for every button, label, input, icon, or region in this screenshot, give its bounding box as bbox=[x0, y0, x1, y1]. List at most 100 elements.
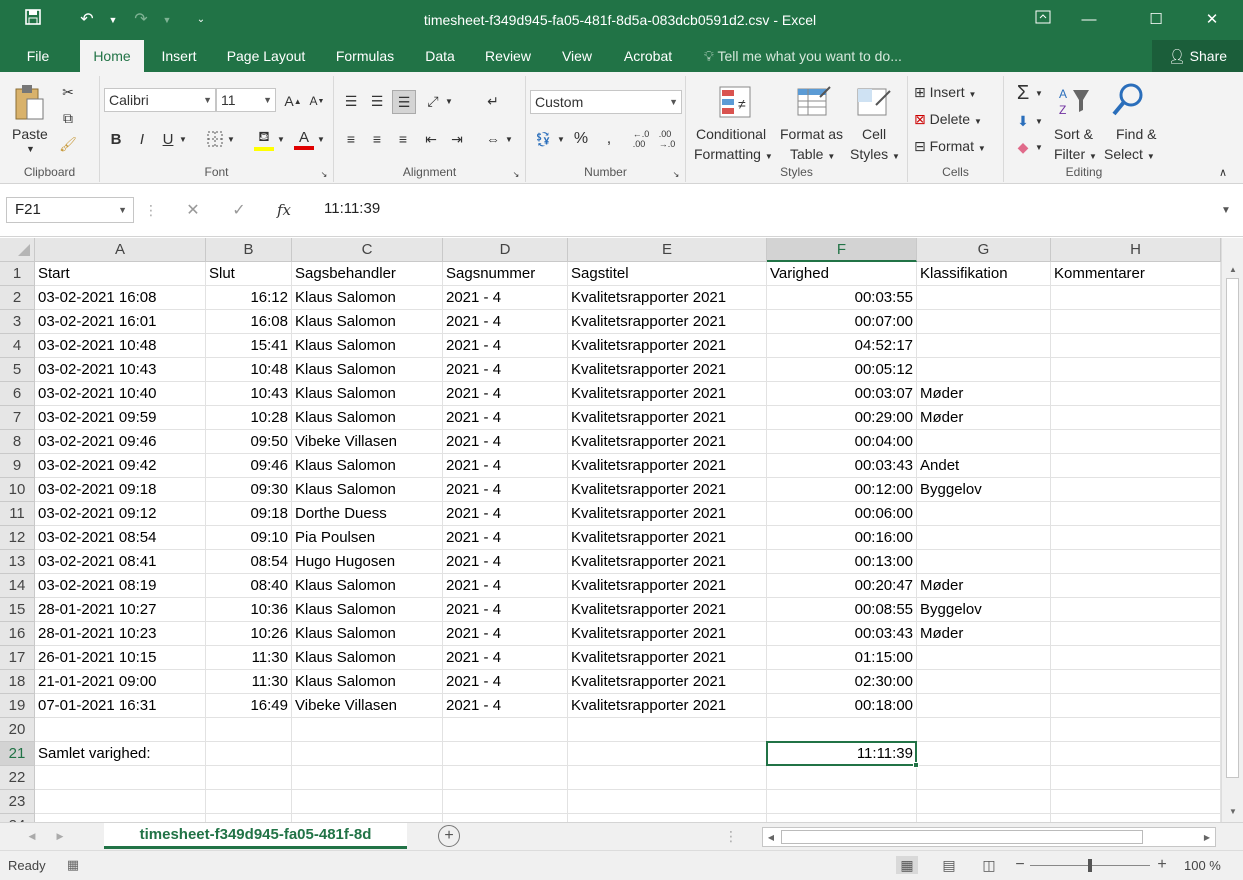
align-bottom-icon[interactable]: ☰ bbox=[392, 90, 416, 114]
table-cell[interactable]: 16:49 bbox=[206, 694, 292, 718]
table-cell[interactable] bbox=[206, 766, 292, 790]
row-header[interactable]: 15 bbox=[0, 598, 35, 622]
table-cell[interactable]: 03-02-2021 10:40 bbox=[35, 382, 206, 406]
dialog-launcher-icon[interactable]: ↘ bbox=[318, 168, 330, 180]
share-button[interactable]: 👤︎ Share bbox=[1152, 40, 1243, 72]
row-header[interactable]: 3 bbox=[0, 310, 35, 334]
table-cell[interactable]: 09:46 bbox=[206, 454, 292, 478]
horizontal-scroll-thumb[interactable] bbox=[781, 830, 1143, 844]
formula-input[interactable]: 11:11:39 bbox=[312, 197, 1218, 223]
table-cell[interactable]: 00:20:47 bbox=[767, 574, 917, 598]
column-header-e[interactable]: E bbox=[568, 238, 767, 262]
table-cell[interactable]: Klaus Salomon bbox=[292, 310, 443, 334]
table-cell[interactable]: Byggelov bbox=[917, 598, 1051, 622]
table-cell[interactable] bbox=[443, 814, 568, 822]
font-name-combo[interactable]: Calibri ▼ bbox=[104, 88, 216, 112]
tab-home[interactable]: Home bbox=[80, 40, 144, 72]
page-layout-view-icon[interactable]: ▤ bbox=[938, 856, 960, 874]
table-cell[interactable]: 16:08 bbox=[206, 310, 292, 334]
table-cell[interactable] bbox=[1051, 646, 1221, 670]
tab-formulas[interactable]: Formulas bbox=[326, 40, 404, 72]
page-break-preview-icon[interactable]: ◫ bbox=[978, 856, 1000, 874]
save-icon[interactable] bbox=[20, 8, 46, 32]
table-cell[interactable] bbox=[1051, 430, 1221, 454]
table-cell[interactable] bbox=[292, 742, 443, 766]
table-cell[interactable]: 2021 - 4 bbox=[443, 574, 568, 598]
table-cell[interactable]: Klaus Salomon bbox=[292, 574, 443, 598]
table-cell[interactable] bbox=[1051, 694, 1221, 718]
number-format-combo[interactable]: Custom ▼ bbox=[530, 90, 682, 114]
table-cell[interactable]: 28-01-2021 10:27 bbox=[35, 598, 206, 622]
table-cell[interactable] bbox=[917, 718, 1051, 742]
table-cell[interactable] bbox=[917, 286, 1051, 310]
row-header[interactable]: 17 bbox=[0, 646, 35, 670]
table-cell[interactable]: Kvalitetsrapporter 2021 bbox=[568, 550, 767, 574]
italic-button[interactable]: I bbox=[132, 128, 152, 150]
conditional-formatting-label-2[interactable]: Formatting ▼ bbox=[694, 146, 773, 162]
table-cell[interactable] bbox=[568, 718, 767, 742]
undo-icon[interactable]: ↶ bbox=[74, 8, 100, 32]
table-cell[interactable]: Kvalitetsrapporter 2021 bbox=[568, 406, 767, 430]
table-cell[interactable] bbox=[292, 718, 443, 742]
normal-view-icon[interactable]: ▦ bbox=[896, 856, 918, 874]
table-cell[interactable]: 00:05:12 bbox=[767, 358, 917, 382]
font-size-combo[interactable]: 11 ▼ bbox=[216, 88, 276, 112]
autosum-icon[interactable]: Σ bbox=[1012, 82, 1034, 104]
table-cell[interactable]: Kvalitetsrapporter 2021 bbox=[568, 502, 767, 526]
find-select-label-2[interactable]: Select ▼ bbox=[1104, 146, 1155, 162]
table-cell[interactable]: 03-02-2021 09:59 bbox=[35, 406, 206, 430]
table-cell[interactable]: 09:10 bbox=[206, 526, 292, 550]
column-header-a[interactable]: A bbox=[35, 238, 206, 262]
table-cell[interactable] bbox=[767, 766, 917, 790]
accounting-dropdown-icon[interactable]: ▼ bbox=[556, 132, 566, 146]
table-cell[interactable]: 16:12 bbox=[206, 286, 292, 310]
table-cell[interactable] bbox=[767, 718, 917, 742]
row-header[interactable]: 7 bbox=[0, 406, 35, 430]
table-cell[interactable]: 10:28 bbox=[206, 406, 292, 430]
row-header[interactable]: 8 bbox=[0, 430, 35, 454]
format-as-table-label-2[interactable]: Table ▼ bbox=[790, 146, 835, 162]
table-cell[interactable]: 00:08:55 bbox=[767, 598, 917, 622]
zoom-out-icon[interactable]: − bbox=[1012, 855, 1028, 875]
column-header-d[interactable]: D bbox=[443, 238, 568, 262]
table-cell[interactable] bbox=[35, 718, 206, 742]
table-cell[interactable] bbox=[35, 766, 206, 790]
vertical-scrollbar[interactable]: ▲ ▼ bbox=[1221, 238, 1243, 822]
fill-icon[interactable]: ⬇ bbox=[1012, 110, 1034, 132]
cut-icon[interactable]: ✂ bbox=[58, 82, 78, 102]
table-cell[interactable] bbox=[1051, 814, 1221, 822]
table-cell[interactable]: 2021 - 4 bbox=[443, 454, 568, 478]
table-cell[interactable] bbox=[1051, 382, 1221, 406]
table-cell[interactable]: Byggelov bbox=[917, 478, 1051, 502]
row-header[interactable]: 5 bbox=[0, 358, 35, 382]
zoom-in-icon[interactable]: + bbox=[1154, 855, 1170, 875]
table-cell[interactable]: Møder bbox=[917, 574, 1051, 598]
table-cell[interactable] bbox=[1051, 670, 1221, 694]
align-left-icon[interactable]: ≡ bbox=[340, 128, 362, 150]
table-cell[interactable]: Kvalitetsrapporter 2021 bbox=[568, 478, 767, 502]
table-cell[interactable]: 00:13:00 bbox=[767, 550, 917, 574]
paste-dropdown-icon[interactable]: ▼ bbox=[26, 144, 35, 154]
borders-dropdown-icon[interactable]: ▼ bbox=[226, 132, 236, 146]
row-header[interactable]: 1 bbox=[0, 262, 35, 286]
table-cell[interactable] bbox=[1051, 790, 1221, 814]
tab-file[interactable]: File bbox=[12, 40, 64, 72]
table-cell[interactable]: 11:11:39 bbox=[767, 742, 917, 766]
zoom-slider-thumb[interactable] bbox=[1088, 859, 1092, 872]
table-cell[interactable] bbox=[443, 742, 568, 766]
row-header[interactable]: 23 bbox=[0, 790, 35, 814]
table-cell[interactable]: 11:30 bbox=[206, 646, 292, 670]
table-cell[interactable]: 2021 - 4 bbox=[443, 358, 568, 382]
row-header[interactable]: 19 bbox=[0, 694, 35, 718]
table-cell[interactable]: 2021 - 4 bbox=[443, 334, 568, 358]
row-header[interactable]: 9 bbox=[0, 454, 35, 478]
row-header[interactable]: 12 bbox=[0, 526, 35, 550]
table-cell[interactable] bbox=[1051, 334, 1221, 358]
redo-dropdown-icon[interactable]: ▼ bbox=[154, 8, 180, 32]
table-cell[interactable]: Kvalitetsrapporter 2021 bbox=[568, 358, 767, 382]
shrink-font-icon[interactable]: A ▼ bbox=[306, 90, 328, 112]
tab-data[interactable]: Data bbox=[414, 40, 466, 72]
wrap-text-icon[interactable]: ↵ bbox=[482, 90, 504, 112]
grow-font-icon[interactable]: A ▲ bbox=[282, 90, 304, 112]
table-cell[interactable] bbox=[35, 814, 206, 822]
